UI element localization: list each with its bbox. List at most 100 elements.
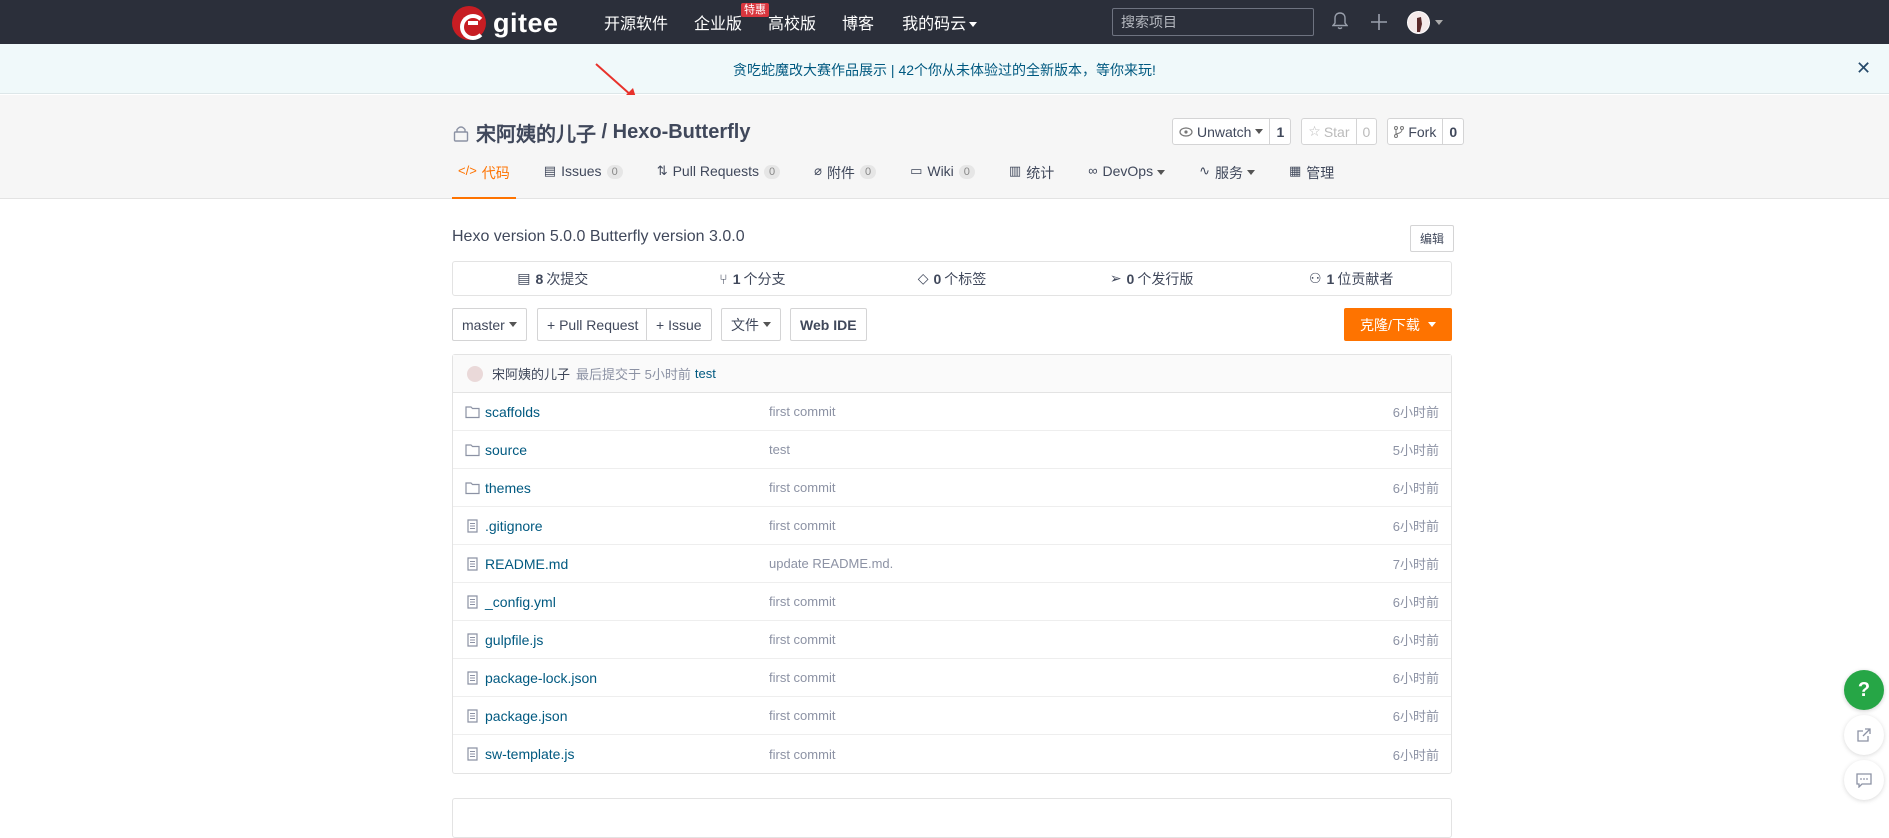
book-icon: ▭	[910, 163, 923, 178]
file-commit-message[interactable]: first commit	[769, 480, 835, 495]
watch-count[interactable]: 1	[1270, 119, 1290, 144]
branch-select[interactable]: master	[452, 308, 527, 341]
tab-devops[interactable]: ∞ DevOps	[1082, 163, 1171, 199]
code-icon: </>	[458, 163, 477, 178]
user-avatar[interactable]	[1407, 11, 1430, 34]
tab-manage[interactable]: ▦ 管理	[1283, 163, 1340, 199]
stat-branches[interactable]: ⑂ 1 个分支	[653, 262, 853, 295]
plus-icon[interactable]	[1369, 12, 1389, 32]
file-commit-message[interactable]: first commit	[769, 708, 835, 723]
infinity-icon: ∞	[1088, 163, 1098, 178]
stat-releases-label: 个发行版	[1137, 270, 1194, 287]
file-name-link[interactable]: scaffolds	[485, 404, 540, 420]
branch-icon: ⑂	[719, 270, 728, 287]
tab-issues[interactable]: ▤ Issues 0	[538, 163, 629, 199]
unwatch-button[interactable]: Unwatch	[1173, 119, 1271, 144]
file-name-link[interactable]: .gitignore	[485, 518, 543, 534]
bell-icon[interactable]	[1332, 12, 1348, 30]
file-commit-message[interactable]: first commit	[769, 404, 835, 419]
star-count[interactable]: 0	[1357, 119, 1377, 144]
chat-icon	[1856, 772, 1872, 788]
chevron-down-icon[interactable]	[1435, 20, 1443, 25]
share-button[interactable]	[1844, 715, 1884, 755]
web-ide-button[interactable]: Web IDE	[790, 308, 867, 341]
file-name-link[interactable]: README.md	[485, 556, 568, 572]
stat-commits[interactable]: ▤ 8 次提交	[453, 262, 653, 295]
file-menu-label: 文件	[731, 316, 759, 333]
tab-code[interactable]: </> 代码	[452, 163, 516, 199]
tab-attachments[interactable]: ⌀ 附件 0	[808, 163, 882, 199]
stat-tags[interactable]: ◇ 0 个标签	[852, 262, 1052, 295]
file-name-link[interactable]: package.json	[485, 708, 568, 724]
file-name-link[interactable]: gulpfile.js	[485, 632, 543, 648]
new-pull-request-button[interactable]: + Pull Request	[537, 308, 648, 341]
tab-wiki-label: Wiki	[927, 163, 954, 179]
stat-contributors[interactable]: ⚇ 1 位贡献者	[1251, 262, 1451, 295]
stat-branches-num: 1	[732, 270, 741, 287]
repo-name-link[interactable]: Hexo-Butterfly	[613, 121, 751, 144]
fork-button[interactable]: Fork	[1388, 119, 1444, 144]
repo-stats-bar: ▤ 8 次提交 ⑂ 1 个分支 ◇ 0 个标签 ➢ 0 个发行版 ⚇ 1 位贡献者	[452, 261, 1452, 296]
tab-manage-label: 管理	[1306, 165, 1335, 181]
repo-owner-link[interactable]: 宋阿姨的儿子	[476, 118, 596, 147]
tab-stats[interactable]: ▥ 统计	[1003, 163, 1060, 199]
pulse-icon: ∿	[1199, 163, 1210, 178]
fork-label: Fork	[1408, 123, 1437, 140]
feedback-button[interactable]	[1844, 760, 1884, 800]
tab-services-label: 服务	[1214, 165, 1243, 181]
file-commit-message[interactable]: first commit	[769, 670, 835, 685]
file-menu-button[interactable]: 文件	[721, 308, 781, 341]
edit-description-button[interactable]: 编辑	[1410, 225, 1455, 252]
file-commit-message[interactable]: test	[769, 442, 790, 457]
file-row: source test 5小时前	[453, 431, 1451, 469]
file-name-link[interactable]: themes	[485, 480, 531, 496]
tab-services[interactable]: ∿ 服务	[1193, 163, 1261, 199]
new-issue-button[interactable]: + Issue	[646, 308, 712, 341]
tab-attachments-label: 附件	[826, 165, 855, 181]
banner-link[interactable]: 贪吃蛇魔改大赛作品展示 | 42个你从未体验过的全新版本，等你来玩!	[0, 60, 1889, 80]
nav-enterprise[interactable]: 企业版 特惠	[694, 3, 770, 34]
clone-download-button[interactable]: 克隆/下载	[1344, 308, 1452, 341]
file-commit-message[interactable]: first commit	[769, 747, 835, 762]
search-input[interactable]	[1112, 8, 1314, 36]
commit-author[interactable]: 宋阿姨的儿子	[492, 364, 570, 383]
file-commit-message[interactable]: first commit	[769, 518, 835, 533]
help-button[interactable]: ?	[1844, 670, 1884, 710]
author-avatar[interactable]	[467, 365, 483, 382]
file-commit-message[interactable]: update README.md.	[769, 556, 893, 571]
stat-releases[interactable]: ➢ 0 个发行版	[1052, 262, 1252, 295]
nav-my-gitee[interactable]: 我的码云	[902, 10, 978, 34]
file-time: 6小时前	[1392, 481, 1439, 496]
chevron-down-icon	[969, 22, 978, 28]
tab-devops-label: DevOps	[1102, 163, 1154, 179]
nav-open-source[interactable]: 开源软件	[604, 10, 668, 34]
file-name-link[interactable]: sw-template.js	[485, 746, 574, 762]
repo-description: Hexo version 5.0.0 Butterfly version 3.0…	[452, 228, 745, 245]
star-button[interactable]: ☆ Star	[1302, 119, 1357, 144]
file-commit-message[interactable]: first commit	[769, 594, 835, 609]
file-row: README.md update README.md. 7小时前	[453, 545, 1451, 583]
file-name-link[interactable]: package-lock.json	[485, 670, 597, 686]
file-row: _config.yml first commit 6小时前	[453, 583, 1451, 621]
chevron-down-icon	[1246, 170, 1255, 175]
nav-my-gitee-label: 我的码云	[902, 16, 967, 33]
close-icon[interactable]: ✕	[1856, 58, 1871, 79]
fork-count[interactable]: 0	[1443, 119, 1463, 144]
paperclip-icon: ⌀	[814, 163, 822, 178]
file-time: 6小时前	[1392, 405, 1439, 420]
file-time: 5小时前	[1392, 443, 1439, 458]
nav-blog[interactable]: 博客	[842, 10, 874, 34]
external-link-icon	[1857, 728, 1871, 742]
tab-pull-requests[interactable]: ⇅ Pull Requests 0	[651, 163, 786, 199]
nav-university[interactable]: 高校版	[768, 10, 816, 34]
tab-wiki[interactable]: ▭ Wiki 0	[904, 163, 981, 199]
file-commit-message[interactable]: first commit	[769, 632, 835, 647]
star-label: Star	[1323, 123, 1350, 140]
file-name-link[interactable]: source	[485, 442, 527, 458]
commit-message[interactable]: test	[695, 366, 716, 381]
repo-path-separator: /	[596, 121, 613, 143]
file-time: 6小时前	[1392, 671, 1439, 686]
file-name-link[interactable]: _config.yml	[485, 594, 556, 610]
branch-select-label: master	[462, 316, 505, 333]
gitee-logo[interactable]: gitee	[452, 6, 559, 40]
